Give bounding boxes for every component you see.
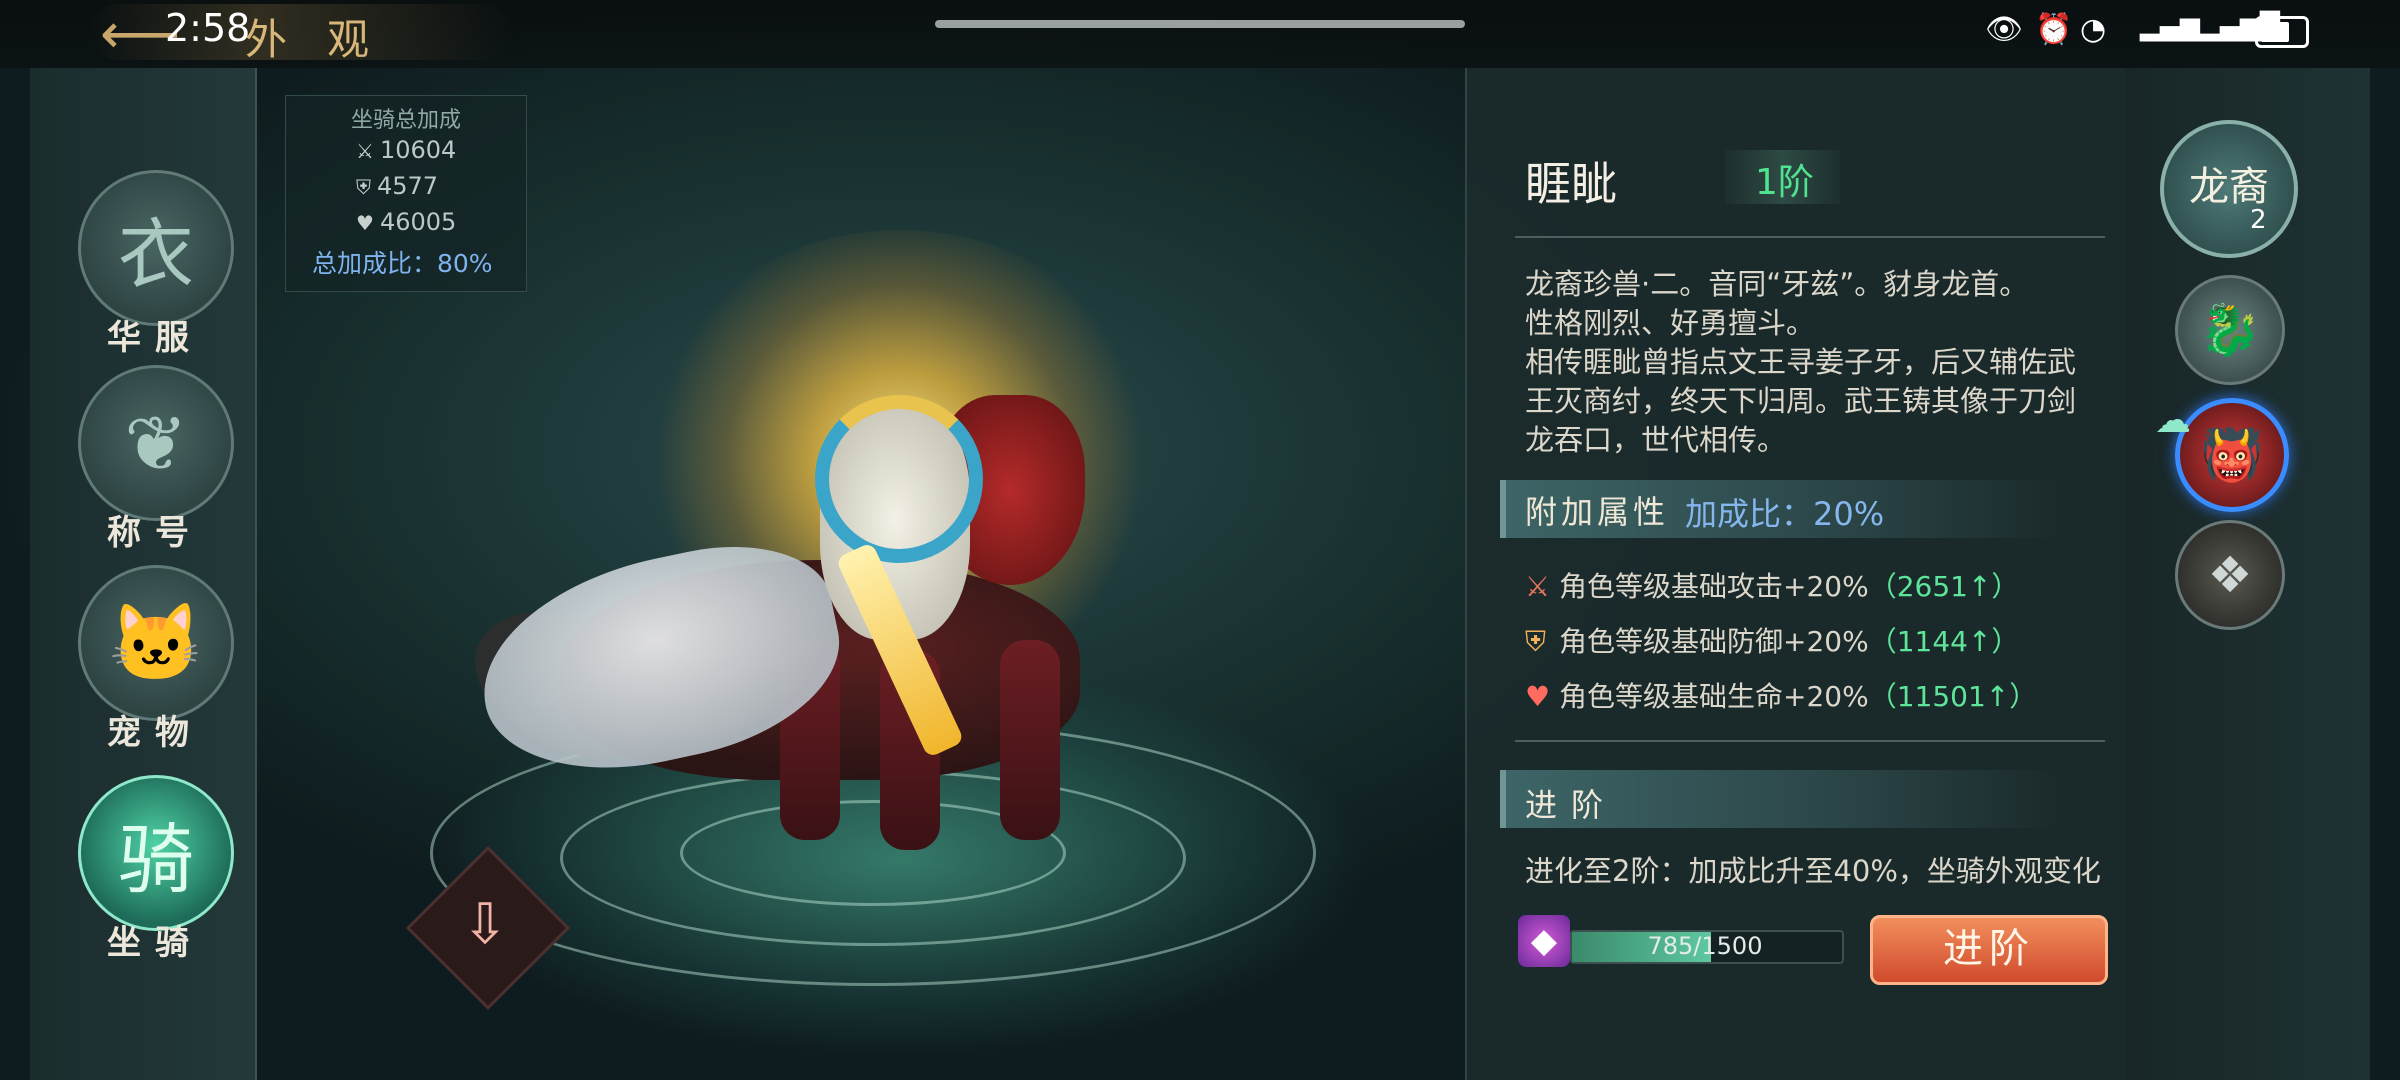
- mount-thumb-locked[interactable]: ❖: [2175, 520, 2285, 630]
- bonus-hp: ♥ 46005: [356, 208, 457, 236]
- shield-icon: ⛨: [1525, 625, 1547, 658]
- bonus-total-ratio: 总加成比：80%: [312, 249, 493, 278]
- attribute-row: ⛨ 角色等级基础防御+20%（1144↑）: [1525, 625, 2020, 658]
- ride-down-icon[interactable]: ⇩: [440, 880, 530, 970]
- robe-icon: 衣: [78, 170, 234, 326]
- alarm-icon: ⏰: [2035, 12, 2073, 47]
- nav-label: 华服: [107, 318, 203, 358]
- status-clock: 2:58: [165, 6, 251, 50]
- rider-halo: [815, 395, 983, 563]
- attribute-row: ♥ 角色等级基础生命+20%（11501↑）: [1525, 680, 2038, 713]
- tier-text: 1阶: [1755, 162, 1814, 203]
- mount-leg: [1000, 640, 1060, 840]
- heart-icon: ♥: [356, 211, 374, 235]
- nav-label: 称号: [107, 513, 203, 553]
- attribute-row: ⚔ 角色等级基础攻击+20%（2651↑）: [1525, 570, 2020, 603]
- battery-icon: [2255, 16, 2309, 48]
- wifi-icon: ◔: [2080, 12, 2107, 47]
- extra-attributes-title: 附加属性: [1525, 493, 1670, 531]
- bonus-title: 坐骑总加成: [350, 108, 461, 133]
- locked-beast-icon: ❖: [2207, 546, 2253, 604]
- sword-icon: ⚔: [356, 139, 374, 163]
- nav-item-robe[interactable]: 衣 华服: [50, 170, 234, 370]
- page-title: 外观: [245, 15, 410, 64]
- extra-ratio: 加成比：20%: [1685, 495, 1885, 533]
- sword-icon: ⚔: [1525, 570, 1551, 603]
- category-count: 2: [2250, 205, 2267, 235]
- material-icon[interactable]: ◆: [1518, 915, 1570, 967]
- heart-icon: ♥: [1525, 680, 1551, 713]
- nav-label: 坐骑: [107, 923, 203, 963]
- divider: [1515, 236, 2105, 238]
- beast-icon: 👹: [2200, 426, 2264, 484]
- category-tab-longyi[interactable]: 龙裔: [2160, 120, 2298, 258]
- divider: [1515, 740, 2105, 742]
- nav-item-pet[interactable]: 🐱 宠物: [50, 565, 234, 765]
- gesture-bar[interactable]: [935, 20, 1465, 28]
- beast-icon: 🐉: [2198, 301, 2262, 359]
- mount-icon: 骑: [78, 775, 234, 931]
- nav-item-mount[interactable]: 骑 坐骑: [50, 775, 234, 975]
- mount-description: 龙裔珍兽·二。音同“牙兹”。豺身龙首。 性格刚烈、好勇擅斗。 相传睚眦曾指点文王…: [1525, 267, 2077, 457]
- mount-name: 睚眦: [1525, 157, 1617, 211]
- mount-bonus-summary: 坐骑总加成 ⚔ 10604 ⛨ 4577 ♥ 46005 总加成比：80%: [285, 95, 527, 292]
- bonus-defense: ⛨ 4577: [356, 172, 439, 200]
- advance-button[interactable]: 进阶: [1870, 915, 2108, 985]
- nav-item-title[interactable]: ❦ 称号: [50, 365, 234, 565]
- bonus-attack: ⚔ 10604: [356, 136, 457, 164]
- advance-description: 进化至2阶：加成比升至40%，坐骑外观变化: [1525, 854, 2101, 888]
- riding-marker-icon: ☁: [2155, 400, 2191, 441]
- mount-thumb-yazi[interactable]: 👹: [2175, 398, 2289, 512]
- nav-label: 宠物: [107, 713, 203, 753]
- signal-4g-icon: ▂▄▆: [2140, 12, 2200, 42]
- eye-icon: 👁: [1985, 12, 2024, 47]
- mount-thumb-silver-beast[interactable]: 🐉: [2175, 275, 2285, 385]
- emblem-icon: ❦: [78, 365, 234, 521]
- advance-title: 进阶: [1525, 786, 1618, 824]
- pet-cat-icon: 🐱: [78, 565, 234, 721]
- shield-icon: ⛨: [356, 175, 371, 199]
- advance-progress-text: 785/1500: [1647, 932, 1763, 960]
